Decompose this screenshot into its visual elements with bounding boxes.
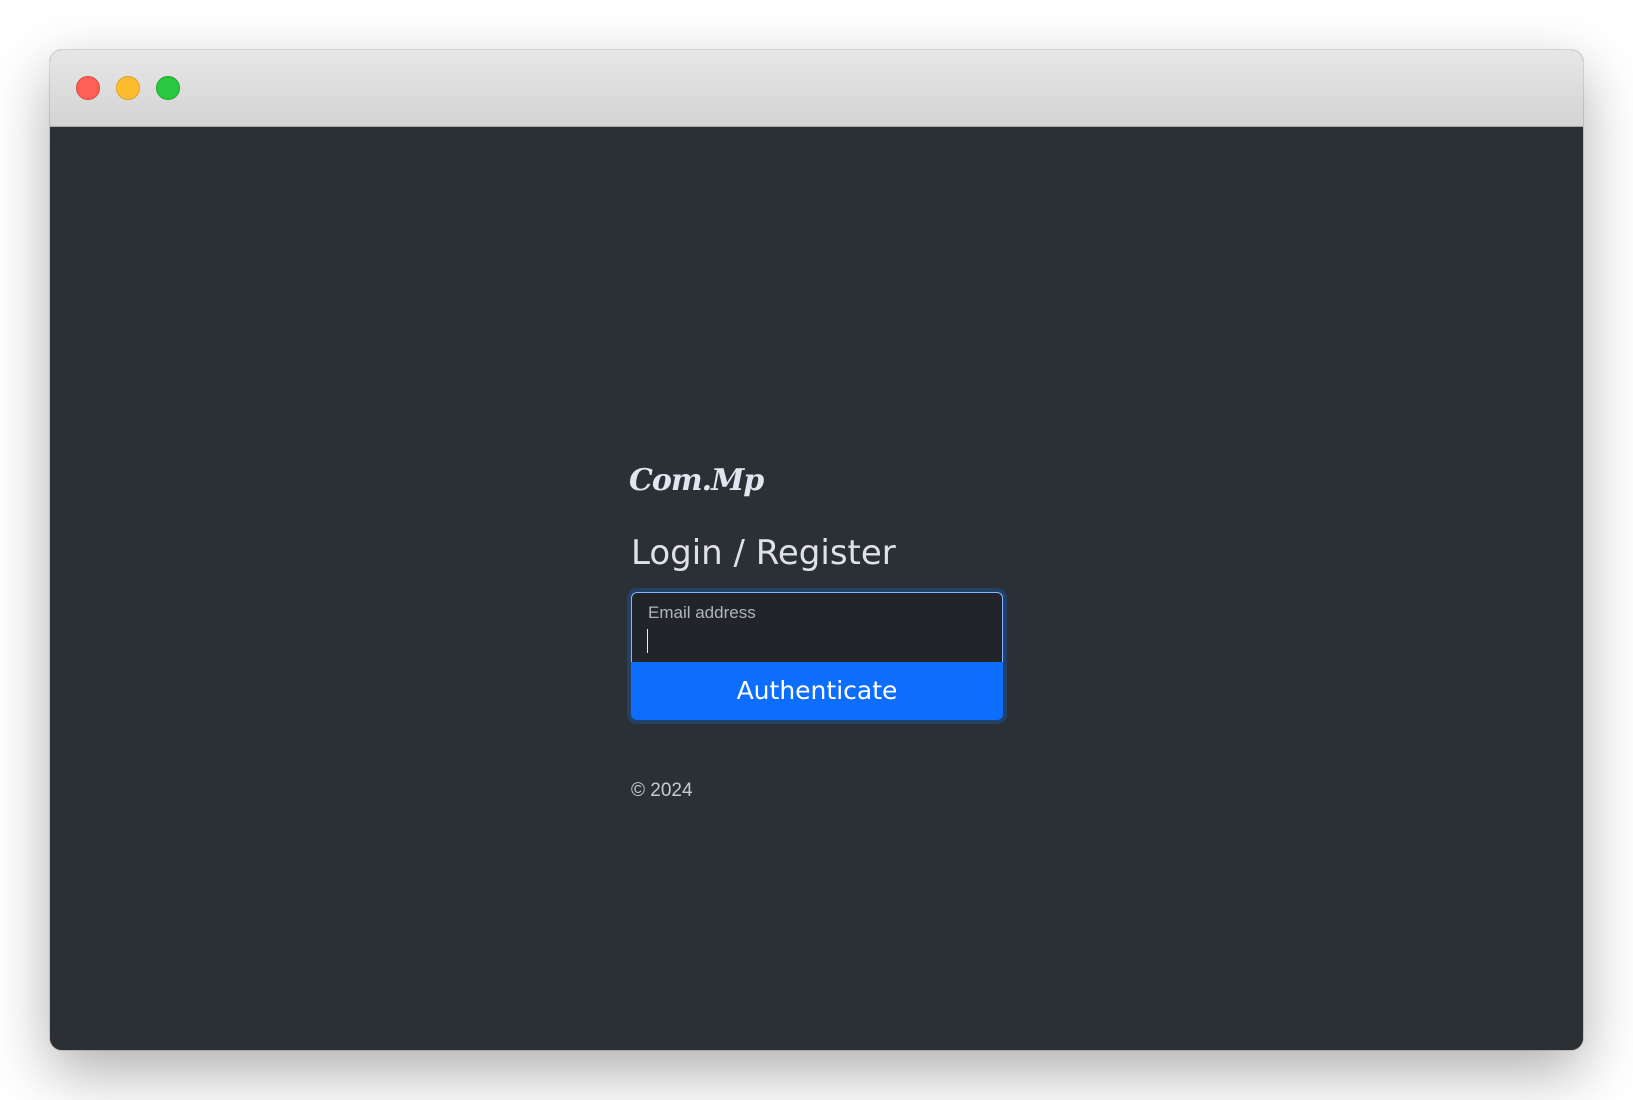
login-input-group: Email address Authenticate	[631, 592, 1003, 720]
window-titlebar	[50, 50, 1583, 127]
minimize-window-button[interactable]	[116, 76, 140, 100]
browser-window: Com.Mp Login / Register Email address Au…	[50, 50, 1583, 1050]
login-form: Com.Mp Login / Register Email address Au…	[629, 457, 1003, 802]
email-field-label: Email address	[648, 603, 756, 622]
maximize-window-button[interactable]	[156, 76, 180, 100]
authenticate-button[interactable]: Authenticate	[631, 662, 1003, 720]
text-cursor	[647, 629, 648, 653]
brand-logo: Com.Mp	[629, 463, 764, 498]
copyright-text: © 2024	[631, 780, 693, 801]
email-field-container[interactable]: Email address	[631, 592, 1003, 662]
close-window-button[interactable]	[76, 76, 100, 100]
email-field[interactable]	[647, 627, 977, 653]
page-title: Login / Register	[631, 533, 896, 573]
page-content: Com.Mp Login / Register Email address Au…	[50, 127, 1583, 1050]
